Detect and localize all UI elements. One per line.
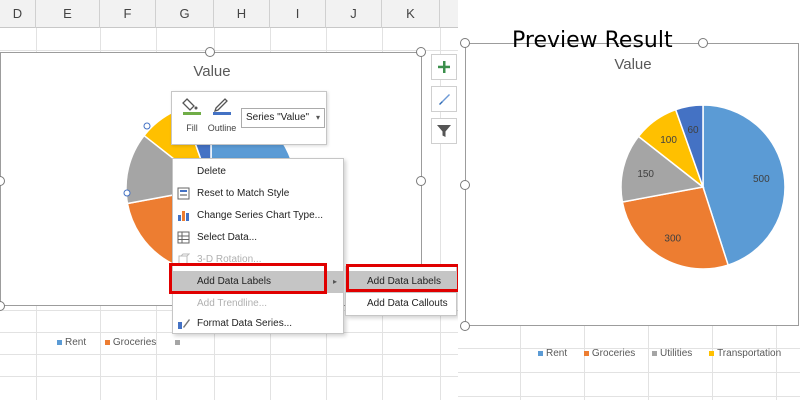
column-header-bar: D E F G H I J K L M bbox=[0, 0, 530, 28]
legend-item: Groceries bbox=[583, 348, 642, 359]
gridline bbox=[776, 326, 777, 400]
chart-type-icon bbox=[178, 211, 189, 221]
legend-item: Rent bbox=[57, 337, 94, 348]
data-label: 60 bbox=[687, 125, 699, 136]
resize-handle[interactable] bbox=[416, 176, 426, 186]
highlight-box bbox=[169, 263, 327, 294]
column-header[interactable]: H bbox=[214, 0, 270, 28]
outline-label: Outline bbox=[207, 123, 237, 133]
context-menu: Delete Reset to Match Style Change Serie… bbox=[172, 158, 344, 334]
gridline bbox=[458, 372, 800, 373]
gridline bbox=[520, 326, 521, 400]
legend-item: Rent bbox=[538, 348, 574, 359]
data-label: 300 bbox=[664, 234, 681, 245]
menu-item-label: Reset to Match Style bbox=[197, 188, 290, 199]
excel-sheet: D E F G H I J K L M Value Rent Groceries bbox=[0, 0, 530, 400]
menu-item-select-data[interactable]: Select Data... bbox=[173, 227, 343, 249]
submenu-item-add-data-callouts[interactable]: Add Data Callouts bbox=[346, 293, 456, 315]
data-label: 150 bbox=[637, 169, 654, 180]
chart-elements-button[interactable] bbox=[431, 54, 457, 80]
legend-swatch bbox=[57, 339, 62, 345]
paint-bucket-icon bbox=[182, 98, 201, 115]
legend-swatch bbox=[104, 339, 110, 345]
preview-heading: Preview Result bbox=[512, 28, 673, 53]
brush-icon bbox=[439, 94, 450, 105]
legend-item bbox=[175, 337, 191, 348]
legend-label: Transportation bbox=[717, 348, 782, 359]
legend-swatch bbox=[175, 339, 181, 345]
menu-item-delete[interactable]: Delete bbox=[173, 161, 343, 183]
legend-label: Groceries bbox=[112, 337, 157, 348]
data-label: 100 bbox=[660, 135, 677, 146]
series-selector[interactable]: Series "Value" ▾ bbox=[241, 108, 325, 128]
column-header[interactable]: E bbox=[36, 0, 100, 28]
menu-item-label: Add Trendline... bbox=[197, 298, 268, 309]
resize-handle bbox=[460, 321, 470, 331]
column-header[interactable]: J bbox=[326, 0, 382, 28]
chart-styles-button[interactable] bbox=[431, 86, 457, 112]
chevron-down-icon: ▾ bbox=[315, 113, 320, 122]
legend-label: Utilities bbox=[660, 348, 693, 359]
legend-swatch bbox=[652, 350, 658, 356]
filter-icon bbox=[437, 125, 451, 137]
series-selection-point bbox=[143, 122, 151, 130]
column-header[interactable]: G bbox=[156, 0, 214, 28]
outline-button[interactable]: Outline bbox=[206, 96, 238, 133]
chart-legend: Rent Groceries Utilities Transportation bbox=[538, 348, 795, 359]
legend-item: Utilities bbox=[652, 348, 699, 359]
outline-pen-icon bbox=[213, 98, 231, 115]
fill-button[interactable]: Fill bbox=[176, 96, 208, 133]
format-mini-toolbar: Fill Outline Series "Value" ▾ bbox=[171, 91, 327, 145]
fill-label: Fill bbox=[186, 123, 198, 133]
column-header[interactable]: D bbox=[0, 0, 36, 28]
chart-legend[interactable]: Rent Groceries bbox=[57, 337, 199, 348]
legend-item: Transportation bbox=[709, 348, 788, 359]
gridline bbox=[648, 326, 649, 400]
chart-filters-button[interactable] bbox=[431, 118, 457, 144]
legend-item: Groceries bbox=[104, 337, 164, 348]
menu-item-label: Format Data Series... bbox=[197, 318, 293, 329]
resize-handle bbox=[460, 38, 470, 48]
legend-label: Rent bbox=[546, 348, 568, 359]
resize-handle[interactable] bbox=[205, 47, 215, 57]
legend-swatch bbox=[538, 350, 543, 356]
gridline bbox=[0, 354, 530, 355]
preview-chart: Value 500 300 150 100 60 Rent Groceries Util… bbox=[465, 43, 799, 359]
gridline bbox=[0, 376, 530, 377]
legend-label: Groceries bbox=[591, 348, 636, 359]
series-selection-point bbox=[123, 189, 131, 197]
format-series-icon bbox=[178, 319, 190, 329]
reset-style-icon bbox=[177, 187, 190, 200]
menu-item-label: Change Series Chart Type... bbox=[197, 210, 323, 221]
legend-swatch bbox=[709, 350, 715, 356]
resize-handle bbox=[698, 38, 708, 48]
resize-handle[interactable] bbox=[416, 47, 426, 57]
gridline bbox=[458, 396, 800, 397]
menu-item-label: Select Data... bbox=[197, 232, 258, 243]
legend-swatch bbox=[583, 350, 589, 356]
preview-pie-chart: 500 300 150 100 60 bbox=[620, 104, 786, 270]
menu-item-change-chart-type[interactable]: Change Series Chart Type... bbox=[173, 205, 343, 227]
highlight-box bbox=[346, 264, 460, 292]
menu-item-add-trendline: Add Trendline... bbox=[173, 293, 343, 315]
resize-handle bbox=[460, 180, 470, 190]
column-header[interactable]: F bbox=[100, 0, 156, 28]
menu-item-format-data-series[interactable]: Format Data Series... bbox=[173, 313, 343, 335]
legend-label: Rent bbox=[65, 337, 87, 348]
data-label: 500 bbox=[753, 174, 770, 185]
series-selector-value: Series "Value" bbox=[246, 112, 310, 123]
menu-item-label: Delete bbox=[197, 166, 226, 177]
menu-item-reset-style[interactable]: Reset to Match Style bbox=[173, 183, 343, 205]
column-header[interactable]: I bbox=[270, 0, 326, 28]
select-data-icon bbox=[177, 231, 190, 244]
gridline bbox=[0, 50, 530, 51]
gridline bbox=[712, 326, 713, 400]
column-header[interactable]: K bbox=[382, 0, 440, 28]
submenu-arrow-icon: ▸ bbox=[332, 277, 337, 286]
submenu-item-label: Add Data Callouts bbox=[367, 298, 448, 309]
plus-icon bbox=[438, 61, 450, 73]
gridline bbox=[584, 326, 585, 400]
gridline bbox=[440, 28, 441, 400]
preview-pane: Value 500 300 150 100 60 Rent Groceries Util… bbox=[458, 0, 800, 400]
